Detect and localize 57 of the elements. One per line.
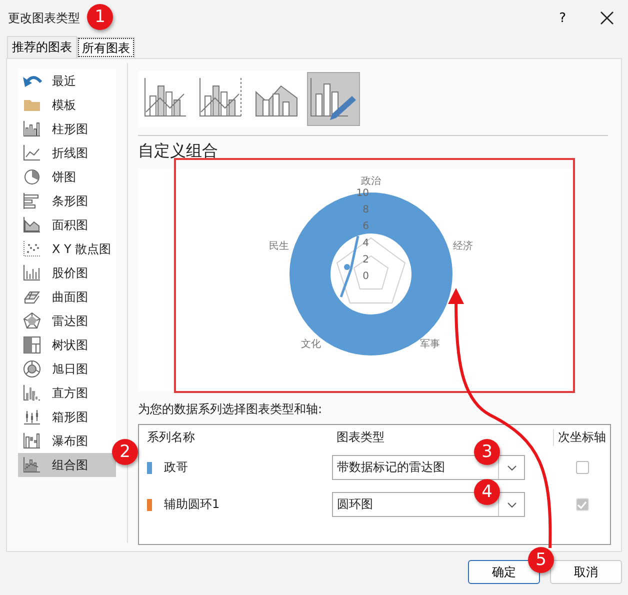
- cancel-button[interactable]: 取消: [550, 560, 622, 584]
- area-chart-icon: [22, 215, 42, 235]
- column-header: 图表类型: [336, 428, 386, 446]
- chart-type-item[interactable]: 折线图: [18, 141, 116, 165]
- window-title: 更改图表类型: [8, 10, 80, 26]
- close-icon[interactable]: [600, 11, 614, 25]
- axis-label: 文化: [301, 339, 321, 350]
- chart-type-item[interactable]: 直方图: [18, 381, 116, 405]
- tab[interactable]: 所有图表: [77, 37, 135, 58]
- column-header: 系列名称: [146, 428, 196, 446]
- sunburst-icon: [22, 359, 42, 379]
- column-header: 次坐标轴: [553, 428, 610, 446]
- chart-type-item[interactable]: 雷达图: [18, 309, 116, 333]
- chevron-down-icon: [506, 502, 516, 508]
- chart-type-item[interactable]: 曲面图: [18, 285, 116, 309]
- chart-type-item[interactable]: 箱形图: [18, 405, 116, 429]
- waterfall-icon: [22, 431, 42, 451]
- series-name: 政哥: [164, 459, 188, 476]
- step-number-badge: 1: [87, 4, 113, 30]
- chart-type-item[interactable]: 旭日图: [18, 357, 116, 381]
- line-chart-icon: [22, 143, 42, 163]
- combo-chart-icon: [22, 455, 42, 475]
- chart-type-item[interactable]: X Y 散点图: [18, 237, 116, 261]
- tab[interactable]: 推荐的图表: [7, 36, 77, 58]
- pie-chart-icon: [22, 167, 42, 187]
- histogram-icon: [22, 383, 42, 403]
- axis-label: 经济: [453, 241, 473, 252]
- axis-label: 政治: [361, 176, 381, 187]
- chevron-down-icon: [506, 464, 516, 470]
- tick-label: 4: [362, 238, 369, 249]
- tick-label: 8: [362, 204, 369, 216]
- axis-label: 军事: [420, 339, 440, 350]
- chart-type-item[interactable]: 最近: [18, 69, 116, 93]
- secondary-axis-checkbox[interactable]: [576, 461, 588, 474]
- tick-label: 6: [362, 221, 369, 232]
- chart-type-item[interactable]: 组合图: [18, 453, 116, 477]
- radar-icon: [22, 311, 42, 331]
- bar-chart-icon: [22, 119, 42, 139]
- stock-chart-icon: [22, 263, 42, 283]
- chart-subtype-button[interactable]: [306, 72, 360, 126]
- tick-label: 0: [362, 271, 369, 282]
- treemap-icon: [22, 335, 42, 355]
- chart-type-item[interactable]: 树状图: [18, 333, 116, 357]
- chart-type-item[interactable]: 股价图: [18, 261, 116, 285]
- chart-type-item[interactable]: 条形图: [18, 189, 116, 213]
- chart-type-item[interactable]: 面积图: [18, 213, 116, 237]
- scatter-icon: [22, 239, 42, 259]
- box-plot-icon: [22, 407, 42, 427]
- section-heading: 自定义组合: [138, 141, 219, 162]
- tick-label: 2: [362, 254, 369, 266]
- series-name: 辅助圆环1: [164, 496, 220, 513]
- instruction-text: 为您的数据系列选择图表类型和轴:: [138, 401, 324, 418]
- axis-label: 民生: [269, 241, 289, 252]
- chart-type-item[interactable]: 柱形图: [18, 117, 116, 141]
- chart-type-item[interactable]: 饼图: [18, 165, 116, 189]
- help-button[interactable]: ?: [555, 10, 570, 26]
- chart-type-item[interactable]: 模板: [18, 93, 116, 117]
